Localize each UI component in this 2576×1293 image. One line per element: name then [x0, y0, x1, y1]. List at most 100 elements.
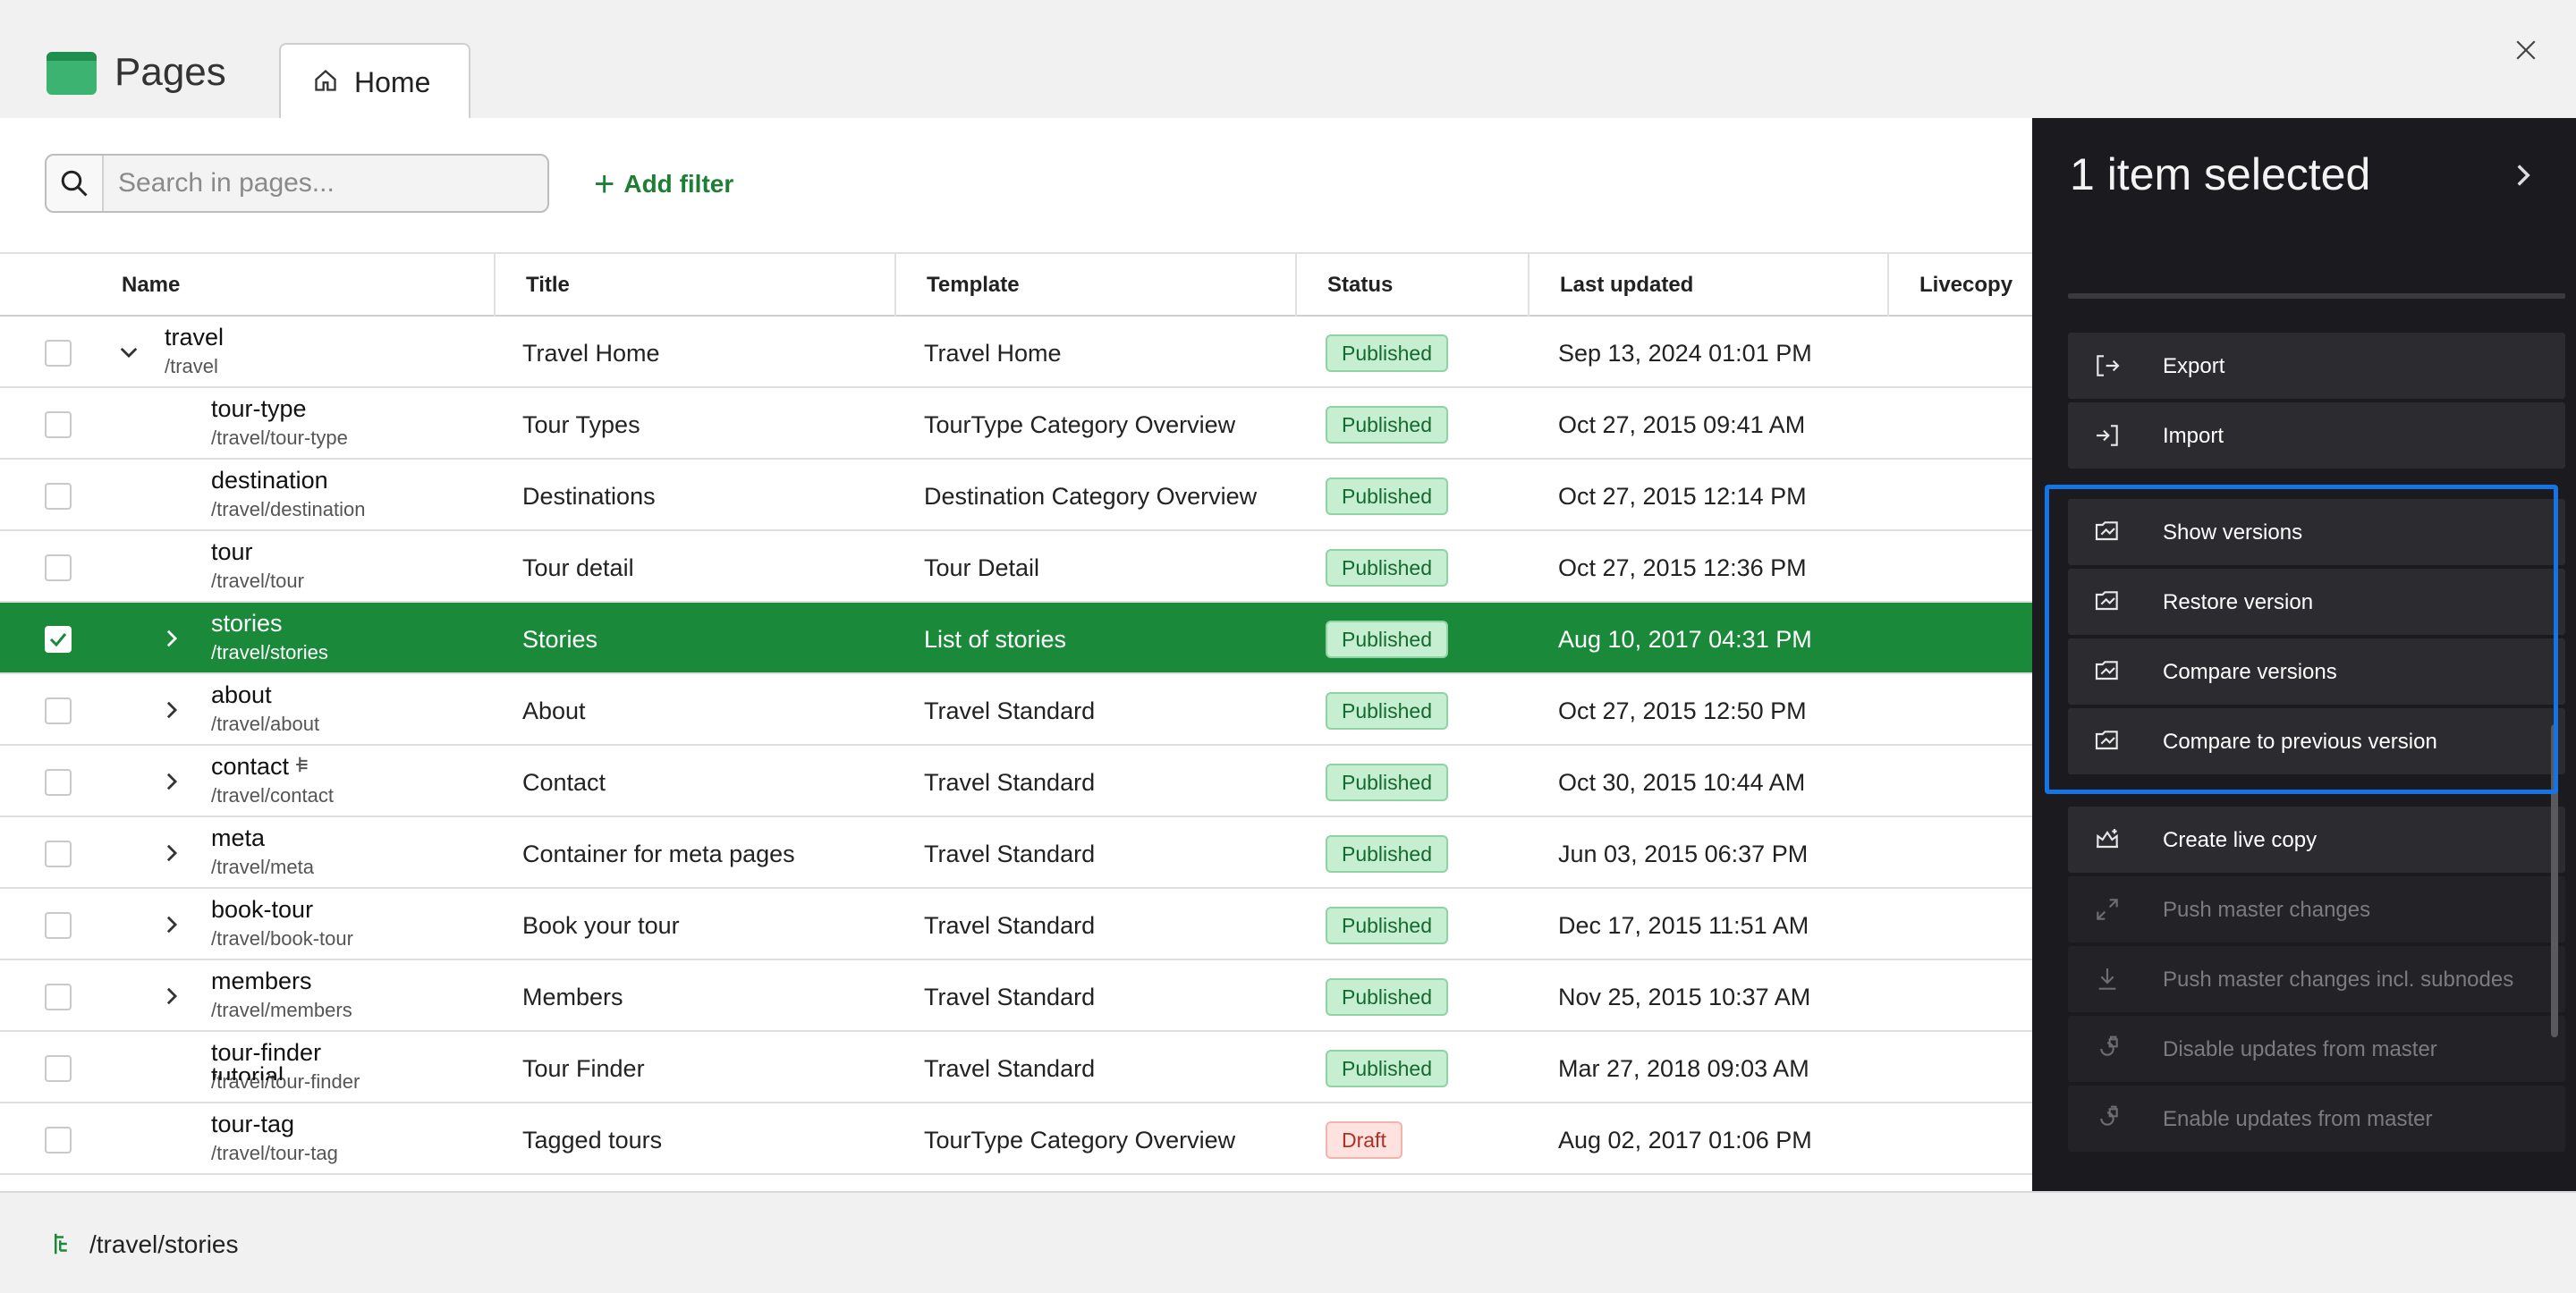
row-checkbox[interactable]: [45, 1127, 72, 1154]
chevron-down-icon[interactable]: [116, 338, 141, 367]
table-row[interactable]: tour-tag/travel/tour-tag Tagged tours Tour…: [0, 1103, 2032, 1175]
tree-path-icon: [50, 1230, 77, 1262]
push-icon: [2091, 894, 2123, 925]
row-checkbox[interactable]: [45, 554, 72, 581]
table-row[interactable]: meta/travel/meta Container for meta pages…: [0, 817, 2032, 889]
page-name-cell: travel/travel: [165, 324, 224, 378]
row-checkbox[interactable]: [45, 340, 72, 367]
chevron-right-icon[interactable]: [159, 982, 184, 1010]
table-row[interactable]: contact/travel/contact Contact Travel Stan…: [0, 746, 2032, 817]
action-label: Disable updates from master: [2163, 1037, 2437, 1061]
row-checkbox[interactable]: [45, 769, 72, 796]
status-badge: Published: [1326, 835, 1449, 873]
column-last-updated[interactable]: Last updated: [1530, 254, 1889, 317]
page-name: meta: [211, 824, 266, 851]
action-import[interactable]: Import: [2068, 402, 2565, 469]
action-restore-version[interactable]: Restore version: [2068, 569, 2565, 635]
action-push-master-changes-incl-subnodes[interactable]: Push master changes incl. subnodes: [2068, 946, 2565, 1012]
last-updated-cell: Mar 27, 2018 09:03 AM: [1558, 1055, 1809, 1082]
last-updated-cell: Oct 27, 2015 12:14 PM: [1558, 483, 1807, 510]
page-name: about: [211, 681, 272, 708]
status-badge: Published: [1326, 477, 1449, 515]
action-push-master-changes[interactable]: Push master changes: [2068, 876, 2565, 942]
chevron-right-icon[interactable]: [159, 767, 184, 796]
table-row[interactable]: book-tour/travel/book-tour Book your tour…: [0, 889, 2032, 960]
template-cell: Tour Detail: [924, 554, 1040, 581]
last-updated-cell: Aug 10, 2017 04:31 PM: [1558, 626, 1812, 653]
row-checkbox[interactable]: [45, 841, 72, 867]
action-create-live-copy[interactable]: Create live copy: [2068, 807, 2565, 873]
table-row[interactable]: stories/travel/stories Stories List of sto…: [0, 603, 2032, 674]
table-row[interactable]: about/travel/about About Travel Standard Pu…: [0, 674, 2032, 746]
page-path: /travel/tour-tag: [211, 1142, 338, 1164]
panel-scrollbar[interactable]: [2551, 724, 2558, 1037]
chevron-right-icon[interactable]: [159, 839, 184, 867]
table-row[interactable]: tour-type/travel/tour-type Tour Types Tour…: [0, 388, 2032, 460]
table-row[interactable]: destination/travel/destination Destinatio…: [0, 460, 2032, 531]
table-header: Name Title Template Status Last updated …: [0, 252, 2032, 317]
last-updated-cell: Jun 03, 2015 06:37 PM: [1558, 841, 1809, 867]
row-checkbox[interactable]: [45, 984, 72, 1010]
last-updated-cell: Dec 17, 2015 11:51 AM: [1558, 912, 1809, 939]
row-checkbox[interactable]: [45, 626, 72, 653]
export-icon: [2091, 351, 2123, 381]
tab-home[interactable]: Home: [279, 43, 470, 120]
page-title-cell: Tour Types: [522, 411, 640, 438]
action-show-versions[interactable]: Show versions: [2068, 499, 2565, 565]
table-row[interactable]: tour-finder/travel/tour-finder Tour Finde…: [0, 1032, 2032, 1103]
template-cell: List of stories: [924, 626, 1067, 653]
status-badge: Published: [1326, 1050, 1449, 1087]
close-icon[interactable]: [2508, 32, 2544, 68]
status-badge: Published: [1326, 907, 1449, 944]
action-label: Push master changes: [2163, 898, 2371, 922]
column-livecopy[interactable]: Livecopy: [1889, 254, 2032, 317]
column-template[interactable]: Template: [896, 254, 1297, 317]
add-filter-label: Add filter: [623, 170, 734, 198]
page-path: /travel/stories: [211, 641, 328, 663]
table-row[interactable]: travel/travel Travel Home Travel Home Publi…: [0, 317, 2032, 388]
column-title[interactable]: Title: [496, 254, 896, 317]
add-filter-button[interactable]: + Add filter: [594, 165, 733, 204]
row-checkbox[interactable]: [45, 483, 72, 510]
table-row[interactable]: tour/travel/tour Tour detail Tour Detail Pu…: [0, 531, 2032, 603]
panel-divider: [2068, 293, 2565, 299]
action-disable-updates-from-master[interactable]: Disable updates from master: [2068, 1016, 2565, 1082]
status-badge: Published: [1326, 692, 1449, 730]
action-enable-updates-from-master[interactable]: Enable updates from master: [2068, 1086, 2565, 1152]
live-copy-icon: [2091, 824, 2123, 855]
chevron-right-icon[interactable]: [159, 696, 184, 724]
search-box[interactable]: [45, 154, 549, 213]
page-name: tour-tag: [211, 1111, 295, 1137]
template-cell: Travel Standard: [924, 912, 1096, 939]
chevron-right-icon[interactable]: [2513, 163, 2533, 192]
page-title-cell: Members: [522, 984, 623, 1010]
action-export[interactable]: Export: [2068, 333, 2565, 399]
action-compare-to-previous-version[interactable]: Compare to previous version: [2068, 708, 2565, 774]
actions-panel: 1 item selected Export Import Show version…: [2032, 118, 2576, 1191]
last-updated-cell: Sep 13, 2024 01:01 PM: [1558, 340, 1812, 367]
table-row[interactable]: members/travel/members Members Travel Stan…: [0, 960, 2032, 1032]
page-name: members: [211, 968, 312, 994]
chevron-right-icon[interactable]: [159, 624, 184, 653]
page-name-cell: about/travel/about: [211, 681, 319, 736]
page-path: /travel/meta: [211, 856, 314, 878]
row-checkbox[interactable]: [45, 697, 72, 724]
status-badge: Published: [1326, 621, 1449, 658]
row-checkbox[interactable]: [45, 411, 72, 438]
page-name: travel: [165, 324, 225, 351]
last-updated-cell: Oct 27, 2015 12:50 PM: [1558, 697, 1807, 724]
page-name-cell: members/travel/members: [211, 968, 352, 1022]
current-path: /travel/stories: [89, 1230, 239, 1258]
status-badge: Published: [1326, 764, 1449, 801]
versions-icon: [2091, 656, 2123, 687]
search-icon[interactable]: [47, 156, 104, 211]
row-checkbox[interactable]: [45, 912, 72, 939]
chevron-right-icon[interactable]: [159, 910, 184, 939]
column-name[interactable]: Name: [91, 254, 496, 317]
action-compare-versions[interactable]: Compare versions: [2068, 638, 2565, 705]
page-path: /travel/contact: [211, 784, 334, 807]
page-name-cell: book-tour/travel/book-tour: [211, 896, 353, 951]
row-checkbox[interactable]: [45, 1055, 72, 1082]
column-status[interactable]: Status: [1297, 254, 1530, 317]
search-input[interactable]: [118, 165, 538, 202]
